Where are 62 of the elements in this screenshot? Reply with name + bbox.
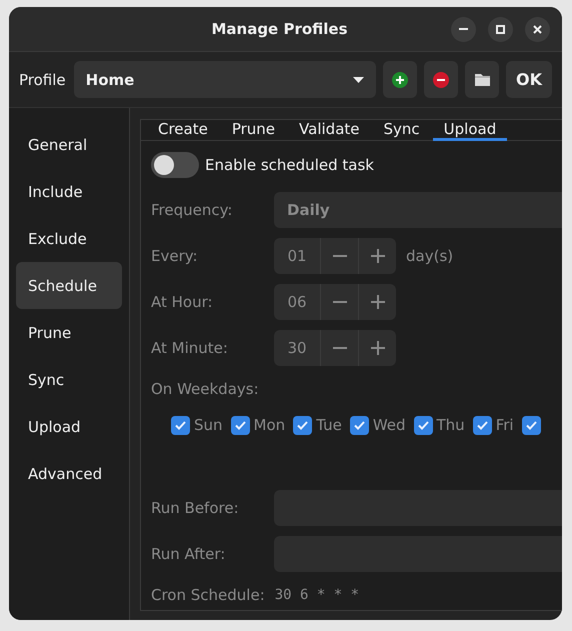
- tab[interactable]: Validate: [288, 120, 370, 141]
- run-before-label: Run Before:: [151, 499, 240, 517]
- plus-icon: [370, 249, 384, 263]
- tab[interactable]: Upload: [432, 120, 508, 141]
- enable-label: Enable scheduled task: [205, 156, 374, 174]
- spinner-label: At Hour:: [151, 293, 214, 311]
- caret-icon: [353, 76, 364, 82]
- weekday-label: Sun: [194, 416, 223, 434]
- unit-label: day(s): [406, 247, 454, 265]
- profile-dropdown[interactable]: Home: [74, 61, 376, 98]
- sidebar-item[interactable]: General: [16, 121, 122, 168]
- sidebar-item[interactable]: Upload: [16, 403, 122, 450]
- weekday-label: Fri: [496, 416, 514, 434]
- weekday-label: Wed: [372, 416, 406, 434]
- minus-icon: [332, 255, 346, 257]
- check-icon: [234, 420, 246, 430]
- run-after-label: Run After:: [151, 545, 226, 563]
- weekday-label: Thu: [436, 416, 465, 434]
- check-icon: [175, 420, 186, 430]
- remove-button[interactable]: [424, 61, 458, 98]
- minus-icon: [332, 347, 346, 349]
- add-icon: [392, 72, 408, 88]
- maximize-icon: [496, 24, 505, 34]
- sidebar-item[interactable]: Include: [16, 168, 122, 215]
- run-after-field[interactable]: [274, 536, 562, 572]
- check-icon: [526, 420, 537, 430]
- frequency-label: Frequency:: [151, 201, 234, 219]
- minus-icon: [332, 301, 346, 303]
- run-before-field[interactable]: [274, 490, 562, 526]
- minimize-button[interactable]: [451, 16, 476, 42]
- weekday-label: Mon: [254, 416, 286, 434]
- remove-icon: [433, 72, 449, 88]
- cron-value: 30 6 * * *: [274, 587, 360, 603]
- sidebar-item[interactable]: Sync: [16, 356, 122, 403]
- spinner-label: At Minute:: [151, 339, 229, 357]
- tab[interactable]: Sync: [372, 120, 431, 141]
- sidebar-item[interactable]: Exclude: [16, 215, 122, 262]
- weekdays-label: On Weekdays:: [151, 380, 260, 398]
- add-button[interactable]: [383, 61, 417, 98]
- weekday-label: Tue: [316, 416, 342, 434]
- maximize-button[interactable]: [488, 16, 513, 42]
- profile-label: Profile: [19, 70, 66, 88]
- close-button[interactable]: [525, 16, 550, 42]
- tab[interactable]: Create: [147, 120, 219, 141]
- close-icon: [533, 24, 542, 34]
- window-title: Manage Profiles: [211, 20, 348, 38]
- sidebar-item[interactable]: Prune: [16, 309, 122, 356]
- ok-button[interactable]: OK: [506, 61, 552, 98]
- check-icon: [418, 420, 429, 430]
- plus-icon: [370, 295, 384, 309]
- spinner-label: Every:: [151, 247, 199, 265]
- check-icon: [476, 420, 488, 430]
- sidebar-item[interactable]: Schedule: [16, 262, 122, 309]
- plus-icon: [370, 341, 384, 355]
- sidebar-item[interactable]: Advanced: [16, 450, 122, 497]
- folder-icon: [474, 73, 490, 86]
- cron-label: Cron Schedule:: [151, 586, 265, 604]
- check-icon: [354, 420, 365, 430]
- check-icon: [297, 420, 308, 430]
- minimize-icon: [459, 28, 468, 30]
- folder-button[interactable]: [465, 61, 499, 98]
- tab[interactable]: Prune: [220, 120, 286, 141]
